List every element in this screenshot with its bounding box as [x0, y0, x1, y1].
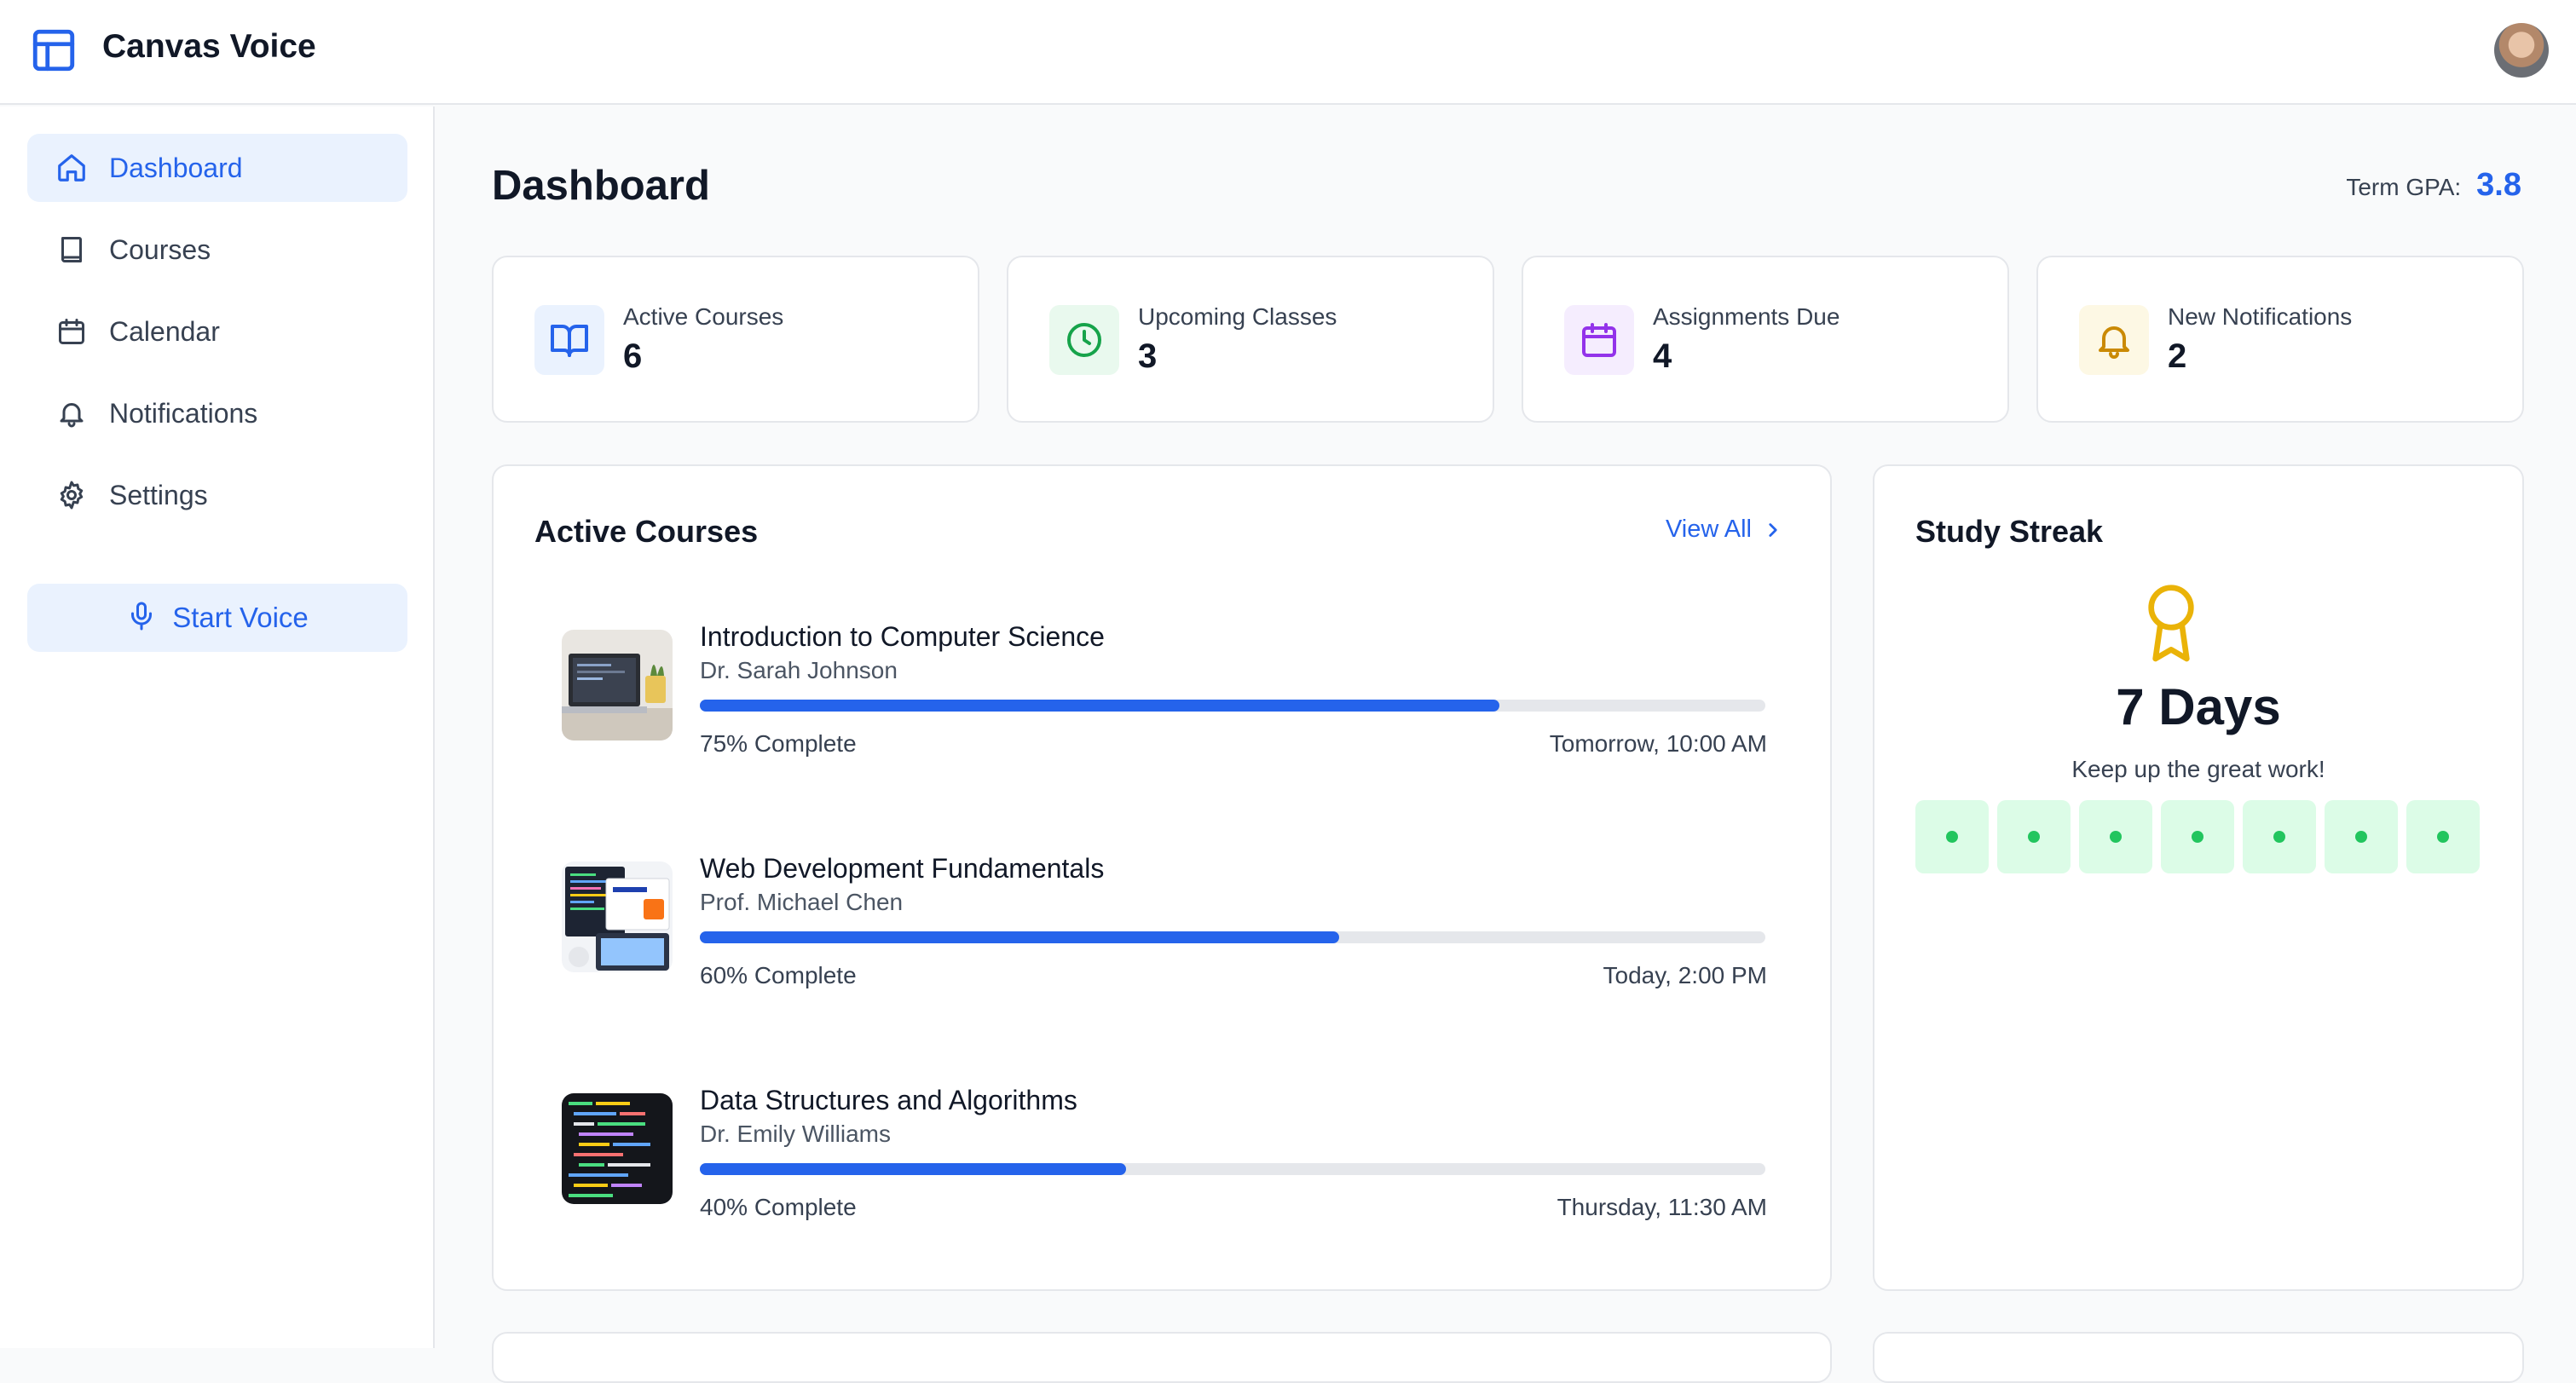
- sidebar-item-settings[interactable]: Settings: [27, 461, 407, 529]
- home-icon: [53, 149, 90, 187]
- course-progress-fill: [700, 700, 1499, 712]
- course-item[interactable]: Introduction to Computer Science Dr. Sar…: [562, 621, 1767, 783]
- gpa-label: Term GPA:: [2346, 174, 2462, 200]
- course-title: Web Development Fundamentals: [700, 853, 1105, 884]
- stat-value: 2: [2168, 337, 2187, 375]
- sidebar-item-dashboard[interactable]: Dashboard: [27, 134, 407, 202]
- avatar[interactable]: [2494, 23, 2549, 78]
- term-gpa: Term GPA: 3.8: [2346, 167, 2521, 204]
- page-title: Dashboard: [492, 163, 710, 209]
- panel-title: Study Streak: [1915, 514, 2104, 549]
- course-progress-label: 75% Complete: [700, 730, 857, 757]
- sidebar-item-label: Dashboard: [109, 152, 243, 183]
- gpa-value: 3.8: [2476, 167, 2521, 203]
- calendar-icon: [53, 313, 90, 350]
- streak-day-cell: [2161, 800, 2234, 873]
- sidebar: Dashboard Courses Calendar Notifications…: [0, 107, 435, 1348]
- view-all-label: View All: [1665, 516, 1752, 543]
- gear-icon: [53, 476, 90, 514]
- book-icon: [53, 231, 90, 268]
- streak-dot: [2028, 831, 2040, 843]
- streak-dot: [2192, 831, 2203, 843]
- course-progress-label: 60% Complete: [700, 962, 857, 988]
- sidebar-item-label: Courses: [109, 233, 211, 265]
- stat-card-assignments-due: Assignments Due 4: [1522, 256, 2009, 423]
- next-panel: [492, 1332, 1832, 1383]
- course-thumbnail: [562, 630, 673, 740]
- app-name: Canvas Voice: [102, 28, 316, 65]
- layout-icon: [32, 29, 75, 72]
- course-progress-bar: [700, 1163, 1765, 1175]
- stat-card-new-notifications: New Notifications 2: [2036, 256, 2524, 423]
- sidebar-item-label: Calendar: [109, 315, 220, 347]
- sidebar-item-calendar[interactable]: Calendar: [27, 297, 407, 366]
- streak-message: Keep up the great work!: [2071, 756, 2325, 782]
- course-progress-bar: [700, 700, 1765, 712]
- open-book-icon: [534, 305, 604, 375]
- streak-day-cell: [1915, 800, 1989, 873]
- course-item[interactable]: Data Structures and Algorithms Dr. Emily…: [562, 1085, 1767, 1247]
- course-progress-bar: [700, 931, 1765, 943]
- streak-days: 7 Days: [2116, 678, 2281, 735]
- chevron-right-icon: [1769, 522, 1777, 537]
- course-instructor: Dr. Emily Williams: [700, 1121, 891, 1147]
- streak-dot: [2110, 831, 2122, 843]
- next-panel: [1873, 1332, 2524, 1383]
- start-voice-button[interactable]: Start Voice: [27, 584, 407, 652]
- streak-day-cell: [2325, 800, 2398, 873]
- stat-value: 4: [1653, 337, 1672, 375]
- award-icon: [2148, 585, 2194, 662]
- stat-card-active-courses: Active Courses 6: [492, 256, 979, 423]
- course-progress-fill: [700, 931, 1339, 943]
- study-streak-panel: Study Streak 7 Days Keep up the great wo…: [1873, 464, 2524, 1291]
- course-title: Introduction to Computer Science: [700, 621, 1105, 652]
- stat-label: Assignments Due: [1653, 303, 1840, 330]
- course-item[interactable]: Web Development Fundamentals Prof. Micha…: [562, 853, 1767, 1015]
- sidebar-item-courses[interactable]: Courses: [27, 216, 407, 284]
- course-title: Data Structures and Algorithms: [700, 1085, 1077, 1115]
- streak-day-row: [1915, 800, 2480, 873]
- stat-label: Active Courses: [623, 303, 784, 330]
- stat-value: 3: [1138, 337, 1158, 375]
- streak-day-cell: [2079, 800, 2152, 873]
- stat-label: New Notifications: [2168, 303, 2353, 330]
- course-instructor: Dr. Sarah Johnson: [700, 657, 898, 683]
- bell-icon: [53, 395, 90, 432]
- streak-dot: [2437, 831, 2449, 843]
- course-progress-label: 40% Complete: [700, 1194, 857, 1220]
- panel-title: Active Courses: [534, 514, 759, 549]
- sidebar-item-label: Notifications: [109, 397, 258, 429]
- course-thumbnail: [562, 1093, 673, 1204]
- course-next-class: Tomorrow, 10:00 AM: [1549, 730, 1767, 757]
- course-progress-fill: [700, 1163, 1126, 1175]
- clock-icon: [1049, 305, 1119, 375]
- streak-day-cell: [1997, 800, 2071, 873]
- course-instructor: Prof. Michael Chen: [700, 889, 904, 915]
- bell-icon: [2079, 305, 2149, 375]
- course-next-class: Today, 2:00 PM: [1603, 962, 1767, 988]
- sidebar-item-notifications[interactable]: Notifications: [27, 379, 407, 447]
- top-bar: Canvas Voice: [0, 0, 2576, 105]
- microphone-icon: [126, 601, 157, 636]
- stat-value: 6: [623, 337, 643, 375]
- stat-label: Upcoming Classes: [1138, 303, 1337, 330]
- stat-card-upcoming-classes: Upcoming Classes 3: [1007, 256, 1494, 423]
- sidebar-item-label: Settings: [109, 479, 208, 510]
- streak-day-cell: [2406, 800, 2480, 873]
- calendar-icon: [1564, 305, 1634, 375]
- start-voice-label: Start Voice: [172, 602, 309, 633]
- streak-dot: [2355, 831, 2367, 843]
- course-next-class: Thursday, 11:30 AM: [1557, 1194, 1767, 1220]
- streak-day-cell: [2243, 800, 2316, 873]
- streak-dot: [2273, 831, 2285, 843]
- streak-dot: [1946, 831, 1958, 843]
- course-thumbnail: [562, 861, 673, 972]
- active-courses-panel: Active Courses View All Introduction to …: [492, 464, 1832, 1291]
- view-all-link[interactable]: View All: [1666, 516, 1784, 544]
